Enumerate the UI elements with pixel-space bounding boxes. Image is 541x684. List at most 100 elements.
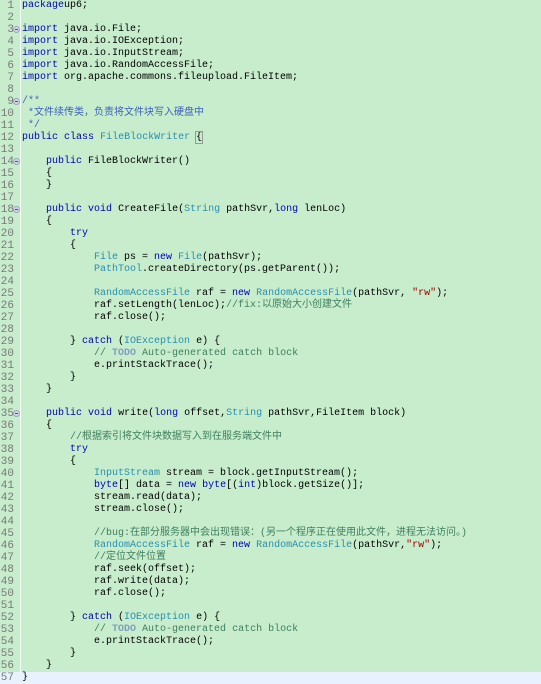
type-name: RandomAccessFile (256, 288, 353, 299)
code-line[interactable]: 36 { (0, 420, 541, 432)
comment: // (94, 348, 113, 359)
line-code: InputStream stream = block.getInputStrea… (22, 468, 358, 480)
code-line[interactable]: 28 (0, 324, 541, 336)
code-line[interactable]: 3 import java.io.File; (0, 24, 541, 36)
code-line[interactable]: 56 } (0, 660, 541, 672)
code-line[interactable]: 52 } catch (IOException e) { (0, 612, 541, 624)
line-code: { (22, 420, 52, 432)
code-line[interactable]: 33 } (0, 384, 541, 396)
code-line[interactable]: 34 (0, 396, 541, 408)
code-text: raf = (190, 288, 233, 299)
code-line[interactable]: 50 raf.close(); (0, 588, 541, 600)
keyword: void (88, 204, 113, 215)
code-line[interactable]: 40 InputStream stream = block.getInputSt… (0, 468, 541, 480)
code-line[interactable]: 2 (0, 12, 541, 24)
code-text: (pathSvr, (352, 540, 407, 551)
code-text: java.io.InputStream; (58, 48, 185, 59)
code-line[interactable]: 15 { (0, 168, 541, 180)
code-lines[interactable]: 1 packageup6; 2 3 import java.io.File; 4 impor… (0, 0, 541, 684)
fold-collapse-icon[interactable] (13, 410, 20, 417)
code-line[interactable]: 42 stream.read(data); (0, 492, 541, 504)
code-line[interactable]: 8 (0, 84, 541, 96)
line-code: public void CreateFile(String pathSvr,lo… (22, 204, 346, 216)
code-line[interactable]: 21 { (0, 240, 541, 252)
code-line[interactable]: 51 (0, 600, 541, 612)
line-number: 52 (0, 612, 14, 624)
code-line[interactable]: 49 raf.write(data); (0, 576, 541, 588)
line-number: 28 (0, 324, 14, 336)
line-number: 13 (0, 144, 14, 156)
code-line[interactable]: 53 // TODO Auto-generated catch block (0, 624, 541, 636)
code-line[interactable]: 57} (0, 672, 541, 684)
javadoc-comment: *文件续传类，负责将文件块写入硬盘中 (22, 108, 205, 119)
line-number: 3 (7, 24, 14, 36)
fold-collapse-icon[interactable] (13, 206, 20, 213)
type-name: IOException (124, 612, 191, 623)
code-line[interactable]: 13 (0, 144, 541, 156)
fold-collapse-icon[interactable] (13, 26, 20, 33)
code-line[interactable]: 20 try (0, 228, 541, 240)
code-line[interactable]: 55 } (0, 648, 541, 660)
code-line[interactable]: 35 public void write(long offset,String … (0, 408, 541, 420)
type-name: RandomAccessFile (256, 540, 353, 551)
line-code: raf.close(); (22, 588, 166, 600)
code-line[interactable]: 29 } catch (IOException e) { (0, 336, 541, 348)
code-line[interactable]: 54 e.printStackTrace(); (0, 636, 541, 648)
code-line[interactable]: 41 byte[] data = new byte[(int)block.get… (0, 480, 541, 492)
code-line[interactable]: 24 (0, 276, 541, 288)
code-line[interactable]: 16 } (0, 180, 541, 192)
code-line[interactable]: 10 *文件续传类，负责将文件块写入硬盘中 (0, 108, 541, 120)
code-line[interactable]: 44 (0, 516, 541, 528)
type-name: InputStream (94, 468, 161, 479)
type-name: IOException (124, 336, 191, 347)
line-number: 6 (7, 60, 14, 72)
code-line[interactable]: 37 //根据索引将文件块数据写入到在服务端文件中 (0, 432, 541, 444)
code-line[interactable]: 9 /** (0, 96, 541, 108)
code-line[interactable]: 26 raf.setLength(lenLoc);//fix:以原始大小创建文件 (0, 300, 541, 312)
fold-collapse-icon[interactable] (13, 158, 20, 165)
code-line[interactable]: 6 import java.io.RandomAccessFile; (0, 60, 541, 72)
code-line[interactable]: 11 */ (0, 120, 541, 132)
code-line[interactable]: 48 raf.seek(offset); (0, 564, 541, 576)
line-number: 48 (0, 564, 14, 576)
code-line[interactable]: 5 import java.io.InputStream; (0, 48, 541, 60)
code-line[interactable]: 4 import java.io.IOException; (0, 36, 541, 48)
code-line[interactable]: 38 try (0, 444, 541, 456)
type-name: RandomAccessFile (94, 540, 191, 551)
code-line[interactable]: 25 RandomAccessFile raf = new RandomAcce… (0, 288, 541, 300)
code-line[interactable]: 31 e.printStackTrace(); (0, 360, 541, 372)
code-line[interactable]: 14 public FileBlockWriter() (0, 156, 541, 168)
line-number: 47 (0, 552, 14, 564)
code-line[interactable]: 22 File ps = new File(pathSvr); (0, 252, 541, 264)
code-line[interactable]: 27 raf.close(); (0, 312, 541, 324)
code-line[interactable]: 7 import org.apache.commons.fileupload.Fi… (0, 72, 541, 84)
line-number: 25 (0, 288, 14, 300)
code-text: )block.getSize()]; (256, 480, 365, 491)
fold-collapse-icon[interactable] (13, 98, 20, 105)
code-line[interactable]: 1 packageup6; (0, 0, 541, 12)
code-text: CreateFile( (112, 204, 185, 215)
code-line[interactable]: 45 //bug:在部分服务器中会出现错误：(另一个程序正在使用此文件，进程无法… (0, 528, 541, 540)
code-text: } (22, 372, 77, 383)
code-line[interactable]: 18 public void CreateFile(String pathSvr… (0, 204, 541, 216)
code-line[interactable]: 17 (0, 192, 541, 204)
line-number: 21 (0, 240, 14, 252)
code-editor[interactable]: 1 packageup6; 2 3 import java.io.File; 4 impor… (0, 0, 541, 684)
keyword: long (274, 204, 299, 215)
code-line[interactable]: 46 RandomAccessFile raf = new RandomAcce… (0, 540, 541, 552)
line-code: //根据索引将文件块数据写入到在服务端文件中 (22, 432, 282, 444)
code-line[interactable]: 12 public class FileBlockWriter { (0, 131, 541, 144)
code-line[interactable]: 19 { (0, 216, 541, 228)
string-literal: "rw" (412, 288, 437, 299)
code-line[interactable]: 30 // TODO Auto-generated catch block (0, 348, 541, 360)
keyword: long (154, 408, 179, 419)
code-line[interactable]: 43 stream.close(); (0, 504, 541, 516)
code-line[interactable]: 23 PathTool.createDirectory(ps.getParent… (0, 264, 541, 276)
code-line[interactable]: 47 //定位文件位置 (0, 552, 541, 564)
code-line[interactable]: 39 { (0, 456, 541, 468)
code-line[interactable]: 32 } (0, 372, 541, 384)
